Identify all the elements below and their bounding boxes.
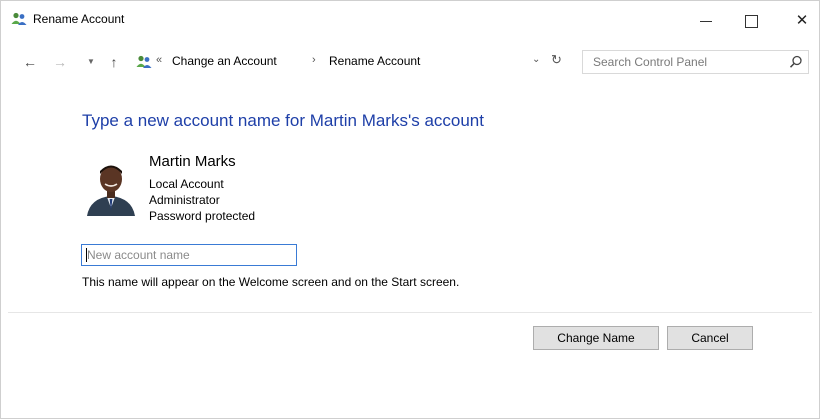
divider <box>8 312 812 313</box>
title-bar: Rename Account ✕ <box>0 0 820 40</box>
new-account-name-input[interactable] <box>81 244 297 266</box>
account-type: Local Account <box>149 177 224 191</box>
search-icon[interactable] <box>788 54 804 70</box>
page-heading: Type a new account name for Martin Marks… <box>82 111 484 130</box>
breadcrumb-change-an-account[interactable]: Change an Account <box>172 54 277 68</box>
breadcrumb-rename-account[interactable]: Rename Account <box>329 54 420 68</box>
password-status: Password protected <box>149 209 256 223</box>
account-role: Administrator <box>149 193 220 207</box>
maximize-button[interactable] <box>733 6 769 36</box>
minimize-button[interactable] <box>688 6 724 36</box>
up-button[interactable]: ↑ <box>104 52 124 72</box>
user-accounts-icon <box>11 12 27 26</box>
change-name-button[interactable]: Change Name <box>533 326 659 350</box>
cancel-button[interactable]: Cancel <box>667 326 753 350</box>
chevron-down-icon[interactable]: ⌄ <box>532 54 540 65</box>
user-name: Martin Marks <box>149 153 236 170</box>
search-placeholder: Search Control Panel <box>593 55 708 69</box>
breadcrumb-overflow[interactable]: « <box>156 54 162 66</box>
address-bar[interactable]: « Change an Account › Rename Account ⌄ ↻ <box>131 50 570 74</box>
up-arrow-icon: ↑ <box>110 54 118 70</box>
search-input[interactable]: Search Control Panel <box>582 50 809 74</box>
recent-locations-button[interactable]: ▼ <box>81 52 101 72</box>
window-title: Rename Account <box>33 12 125 26</box>
close-button[interactable]: ✕ <box>784 6 820 36</box>
avatar <box>82 158 140 216</box>
breadcrumb-separator[interactable]: › <box>312 54 316 66</box>
name-hint: This name will appear on the Welcome scr… <box>82 275 460 289</box>
navigation-bar: ← → ▼ ↑ « Change an Account › Rename Acc… <box>0 48 820 78</box>
forward-button[interactable]: → <box>50 52 70 72</box>
forward-arrow-icon: → <box>53 54 67 70</box>
text-caret <box>86 248 87 262</box>
back-arrow-icon: ← <box>23 54 37 70</box>
user-accounts-icon <box>136 55 152 69</box>
close-icon: ✕ <box>795 12 809 29</box>
chevron-down-icon: ▼ <box>87 57 95 66</box>
back-button[interactable]: ← <box>20 52 40 72</box>
refresh-icon[interactable]: ↻ <box>551 52 562 68</box>
